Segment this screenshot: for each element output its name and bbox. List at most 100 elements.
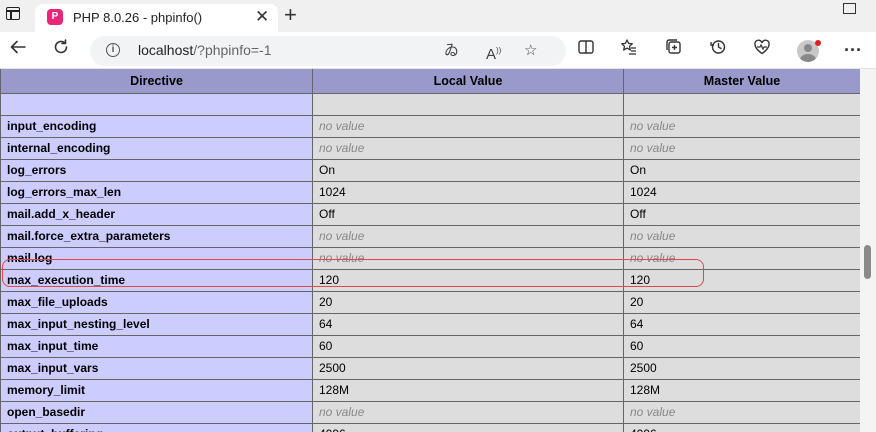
close-tab-icon[interactable]: ✕ (255, 7, 269, 27)
directive-cell: max_input_nesting_level (0, 312, 313, 336)
no-value-text: no value (630, 251, 676, 265)
directive-cell: mail.log (0, 246, 313, 270)
notification-dot-icon (815, 40, 821, 46)
master-value-cell: 2500 (623, 356, 860, 380)
more-menu-icon[interactable]: ··· (841, 38, 865, 62)
table-row: max_input_time 60 60 (0, 334, 860, 358)
no-value-text: no value (319, 141, 365, 155)
history-icon[interactable] (706, 38, 730, 62)
table-header-row: Directive Local Value Master Value (0, 69, 860, 94)
directive-cell: max_file_uploads (0, 290, 313, 314)
table-row: mail.add_x_header Off Off (0, 202, 860, 226)
table-row: memory_limit 128M 128M (0, 378, 860, 402)
master-value-cell: 1024 (623, 180, 860, 204)
directive-cell: max_execution_time (0, 268, 313, 292)
table-row: log_errors On On (0, 158, 860, 182)
url-text[interactable]: localhost/?phpinfo=-1 (138, 42, 272, 58)
local-value-cell: 128M (312, 378, 624, 402)
master-value-cell: no value (623, 400, 860, 424)
master-value-cell: 4096 (623, 422, 860, 432)
header-master-value: Master Value (623, 69, 860, 94)
new-tab-icon[interactable]: + (284, 3, 297, 27)
table-row: log_errors_max_len 1024 1024 (0, 180, 860, 204)
directive-cell: log_errors_max_len (0, 180, 313, 204)
table-body: input_encoding no value no value internal_e… (0, 92, 860, 432)
tab-actions-icon[interactable] (6, 7, 20, 20)
master-value-cell: 64 (623, 312, 860, 336)
directive-cell: input_encoding (0, 114, 313, 138)
master-value-cell: no value (623, 224, 860, 248)
directive-cell: memory_limit (0, 378, 313, 402)
master-value-cell: On (623, 158, 860, 182)
directive-cell: open_basedir (0, 400, 313, 424)
no-value-text: no value (319, 251, 365, 265)
table-row: open_basedir no value no value (0, 400, 860, 424)
local-value-cell: 60 (312, 334, 624, 358)
site-info-icon[interactable]: i (106, 43, 120, 57)
table-row: max_execution_time 120 120 (0, 268, 860, 292)
directive-cell: max_input_time (0, 334, 313, 358)
vertical-scrollbar[interactable] (860, 69, 876, 432)
no-value-text: no value (319, 405, 365, 419)
local-value-cell: no value (312, 114, 624, 138)
local-value-cell: 64 (312, 312, 624, 336)
local-value-cell: no value (312, 136, 624, 160)
master-value-cell: 20 (623, 290, 860, 314)
local-value-cell: no value (312, 224, 624, 248)
table-row: mail.force_extra_parameters no value no va… (0, 224, 860, 248)
tab-strip: P PHP 8.0.26 - phpinfo() ✕ + (0, 0, 876, 32)
page-viewport: Directive Local Value Master Value input… (0, 69, 860, 432)
directive-cell: log_errors (0, 158, 313, 182)
master-value-cell: no value (623, 114, 860, 138)
directive-cell: mail.force_extra_parameters (0, 224, 313, 248)
phpinfo-table: Directive Local Value Master Value input… (0, 69, 860, 432)
favorite-star-icon[interactable]: ☆ (524, 40, 537, 62)
local-value-cell: no value (312, 246, 624, 270)
table-row: max_input_vars 2500 2500 (0, 356, 860, 380)
local-value-cell: 20 (312, 290, 624, 314)
table-row: internal_encoding no value no value (0, 136, 860, 160)
table-row: input_encoding no value no value (0, 114, 860, 138)
directive-cell: max_input_vars (0, 356, 313, 380)
local-value-cell: 2500 (312, 356, 624, 380)
no-value-text: no value (630, 405, 676, 419)
maximize-window-icon[interactable] (843, 3, 856, 14)
directive-cell: output_buffering (0, 422, 313, 432)
translate-icon[interactable]: ゐ (444, 40, 459, 62)
master-value-cell: no value (623, 246, 860, 270)
master-value-cell: 128M (623, 378, 860, 402)
master-value-cell: no value (623, 136, 860, 160)
back-arrow-icon[interactable] (6, 38, 30, 62)
scrollbar-thumb[interactable] (864, 245, 871, 279)
header-local-value: Local Value (312, 69, 624, 94)
header-directive: Directive (0, 69, 313, 94)
local-value-cell: 120 (312, 268, 624, 292)
browser-essentials-icon[interactable] (750, 38, 774, 62)
refresh-icon[interactable] (49, 38, 73, 62)
no-value-text: no value (630, 141, 676, 155)
master-value-cell: 60 (623, 334, 860, 358)
local-value-cell: 1024 (312, 180, 624, 204)
table-row: max_input_nesting_level 64 64 (0, 312, 860, 336)
local-value-cell: 4096 (312, 422, 624, 432)
browser-toolbar: i localhost/?phpinfo=-1 ゐ A)) ☆ ··· (0, 32, 876, 69)
no-value-text: no value (319, 229, 365, 243)
no-value-text: no value (630, 119, 676, 133)
local-value-cell: Off (312, 202, 624, 226)
collections-icon[interactable] (662, 38, 686, 62)
table-row: mail.log no value no value (0, 246, 860, 270)
browser-tab[interactable]: P PHP 8.0.26 - phpinfo() ✕ (35, 4, 278, 32)
local-value-cell: no value (312, 400, 624, 424)
partial-row (0, 92, 860, 116)
no-value-text: no value (319, 119, 365, 133)
php-favicon-icon: P (47, 9, 63, 25)
favorites-icon[interactable] (617, 38, 641, 62)
table-row: output_buffering40964096 (0, 422, 860, 432)
local-value-cell: On (312, 158, 624, 182)
master-value-cell: Off (623, 202, 860, 226)
directive-cell: internal_encoding (0, 136, 313, 160)
address-bar[interactable]: i localhost/?phpinfo=-1 ゐ A)) ☆ (90, 36, 566, 66)
table-row: max_file_uploads 20 20 (0, 290, 860, 314)
read-aloud-icon[interactable]: A)) (486, 40, 501, 66)
split-screen-icon[interactable] (574, 38, 598, 62)
